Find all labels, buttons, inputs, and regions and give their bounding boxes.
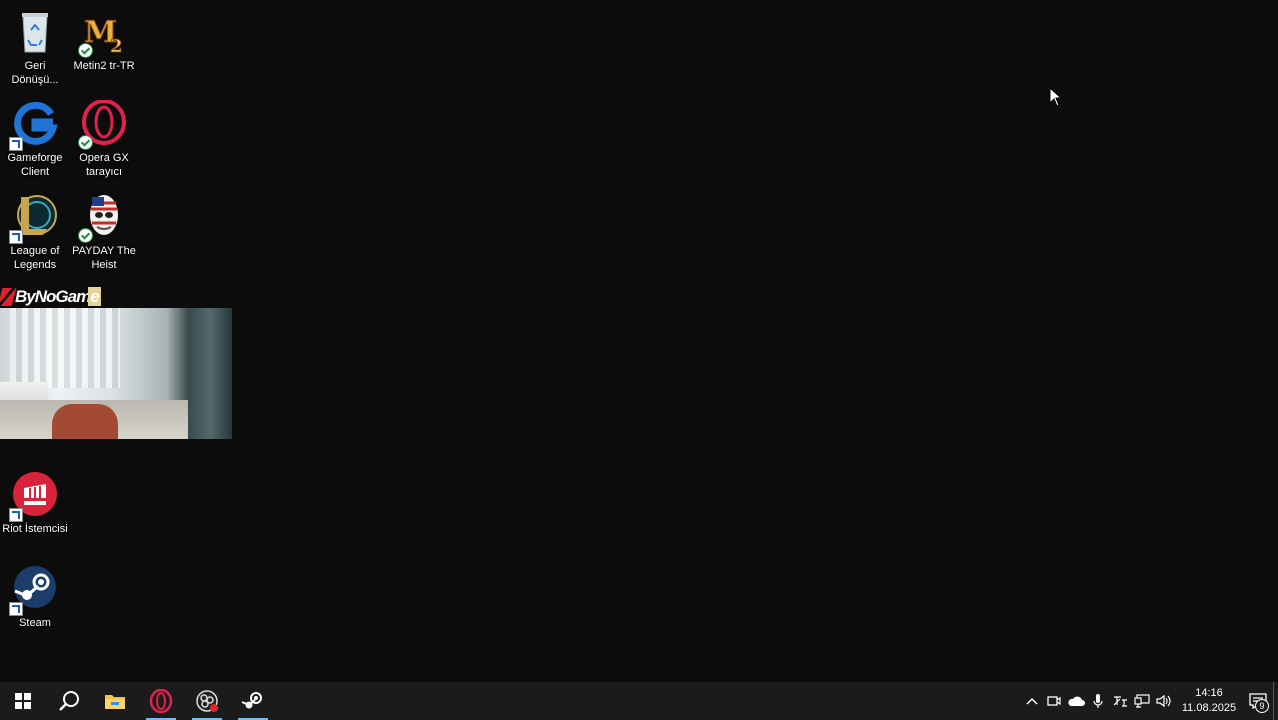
payday-icon [78,193,128,243]
tray-network[interactable] [1131,682,1153,720]
desktop-icon-steam[interactable]: Steam [0,565,70,630]
chevron-up-icon [1026,697,1038,705]
recycle-bin-icon [11,8,59,56]
gameforge-icon [9,100,59,151]
brand-text-main: ByNoGam [15,287,91,306]
desktop-icon-label: Riot İstemcisi [2,523,68,535]
desktop-icon-label: Gameforge Client [7,152,63,178]
brand-text: ByNoGame [15,287,101,307]
opera-gx-icon [78,99,128,150]
steam-icon [241,692,262,709]
stream-overlay-brand: ByNoGame [0,287,105,307]
microphone-icon [1093,694,1103,708]
desktop-icon-gameforge[interactable]: Gameforge Client [0,100,70,179]
desktop-icon-label: Metin2 tr-TR [73,60,135,72]
tray-onedrive[interactable] [1065,682,1087,720]
desktop-icon-label: Steam [19,617,51,629]
taskbar: 14:16 11.08.2025 9 [0,682,1278,720]
taskbar-clock[interactable]: 14:16 11.08.2025 [1179,686,1239,716]
desktop-icon-label: Opera GX tarayıcı [79,152,129,178]
sync-status-icon [78,43,93,58]
riot-client-icon [9,471,59,522]
webcam-feed [0,308,232,439]
file-explorer-icon [105,695,125,709]
desktop-icon-recycle-bin[interactable]: Geri Dönüşü... [0,8,70,87]
tray-meet-now[interactable] [1043,682,1065,720]
cloud-icon [1068,696,1085,706]
league-of-legends-icon [9,193,59,244]
desktop-icon-league-of-legends[interactable]: League of Legends [0,193,70,272]
tray-microphone[interactable] [1087,682,1109,720]
metin2-icon: M 2 [78,8,128,58]
system-tray: 14:16 11.08.2025 9 [1021,682,1278,720]
brand-logo-icon [0,288,17,306]
taskbar-steam[interactable] [230,682,276,720]
search-button[interactable] [46,682,92,720]
taskbar-opera-gx[interactable] [138,682,184,720]
notification-count-badge: 9 [1255,699,1269,713]
tray-volume[interactable] [1153,682,1175,720]
desktop-icon-payday[interactable]: PAYDAY The Heist [69,193,139,272]
windows-logo-icon [15,693,31,709]
desktop-icon-label: League of Legends [10,245,60,271]
desktop: Geri Dönüşü... M 2 Metin2 tr-TR Gameforg… [0,0,1278,682]
tray-input-language[interactable] [1109,682,1131,720]
network-icon [1134,694,1150,708]
mouse-cursor-icon [1049,87,1063,107]
action-center-button[interactable]: 9 [1243,682,1273,720]
taskbar-obs[interactable] [184,682,230,720]
brand-text-tail: e [88,287,101,306]
camera-icon [1047,696,1061,706]
shortcut-arrow-icon [9,137,23,151]
desktop-icon-metin2[interactable]: M 2 Metin2 tr-TR [69,8,139,73]
shortcut-arrow-icon [9,602,23,616]
steam-icon [9,565,59,616]
clock-time: 14:16 [1195,687,1223,699]
opera-gx-icon [149,689,173,713]
shortcut-arrow-icon [9,230,23,244]
taskbar-file-explorer[interactable] [92,682,138,720]
shortcut-arrow-icon [9,508,23,522]
desktop-icon-label: PAYDAY The Heist [72,245,136,271]
speaker-icon [1156,694,1171,708]
obs-icon [196,690,218,712]
desktop-icon-opera-gx[interactable]: Opera GX tarayıcı [69,99,139,179]
sync-status-icon [78,228,93,243]
show-desktop-button[interactable] [1273,682,1278,720]
search-icon [59,691,79,711]
desktop-icon-riot-client[interactable]: Riot İstemcisi [0,471,70,536]
keyboard-language-icon [1113,696,1127,707]
desktop-icon-label: Geri Dönüşü... [11,60,59,86]
show-hidden-icons-button[interactable] [1021,682,1043,720]
clock-date: 11.08.2025 [1181,702,1237,714]
start-button[interactable] [0,682,46,720]
sync-status-icon [78,135,93,150]
svg-text:2: 2 [110,36,123,56]
